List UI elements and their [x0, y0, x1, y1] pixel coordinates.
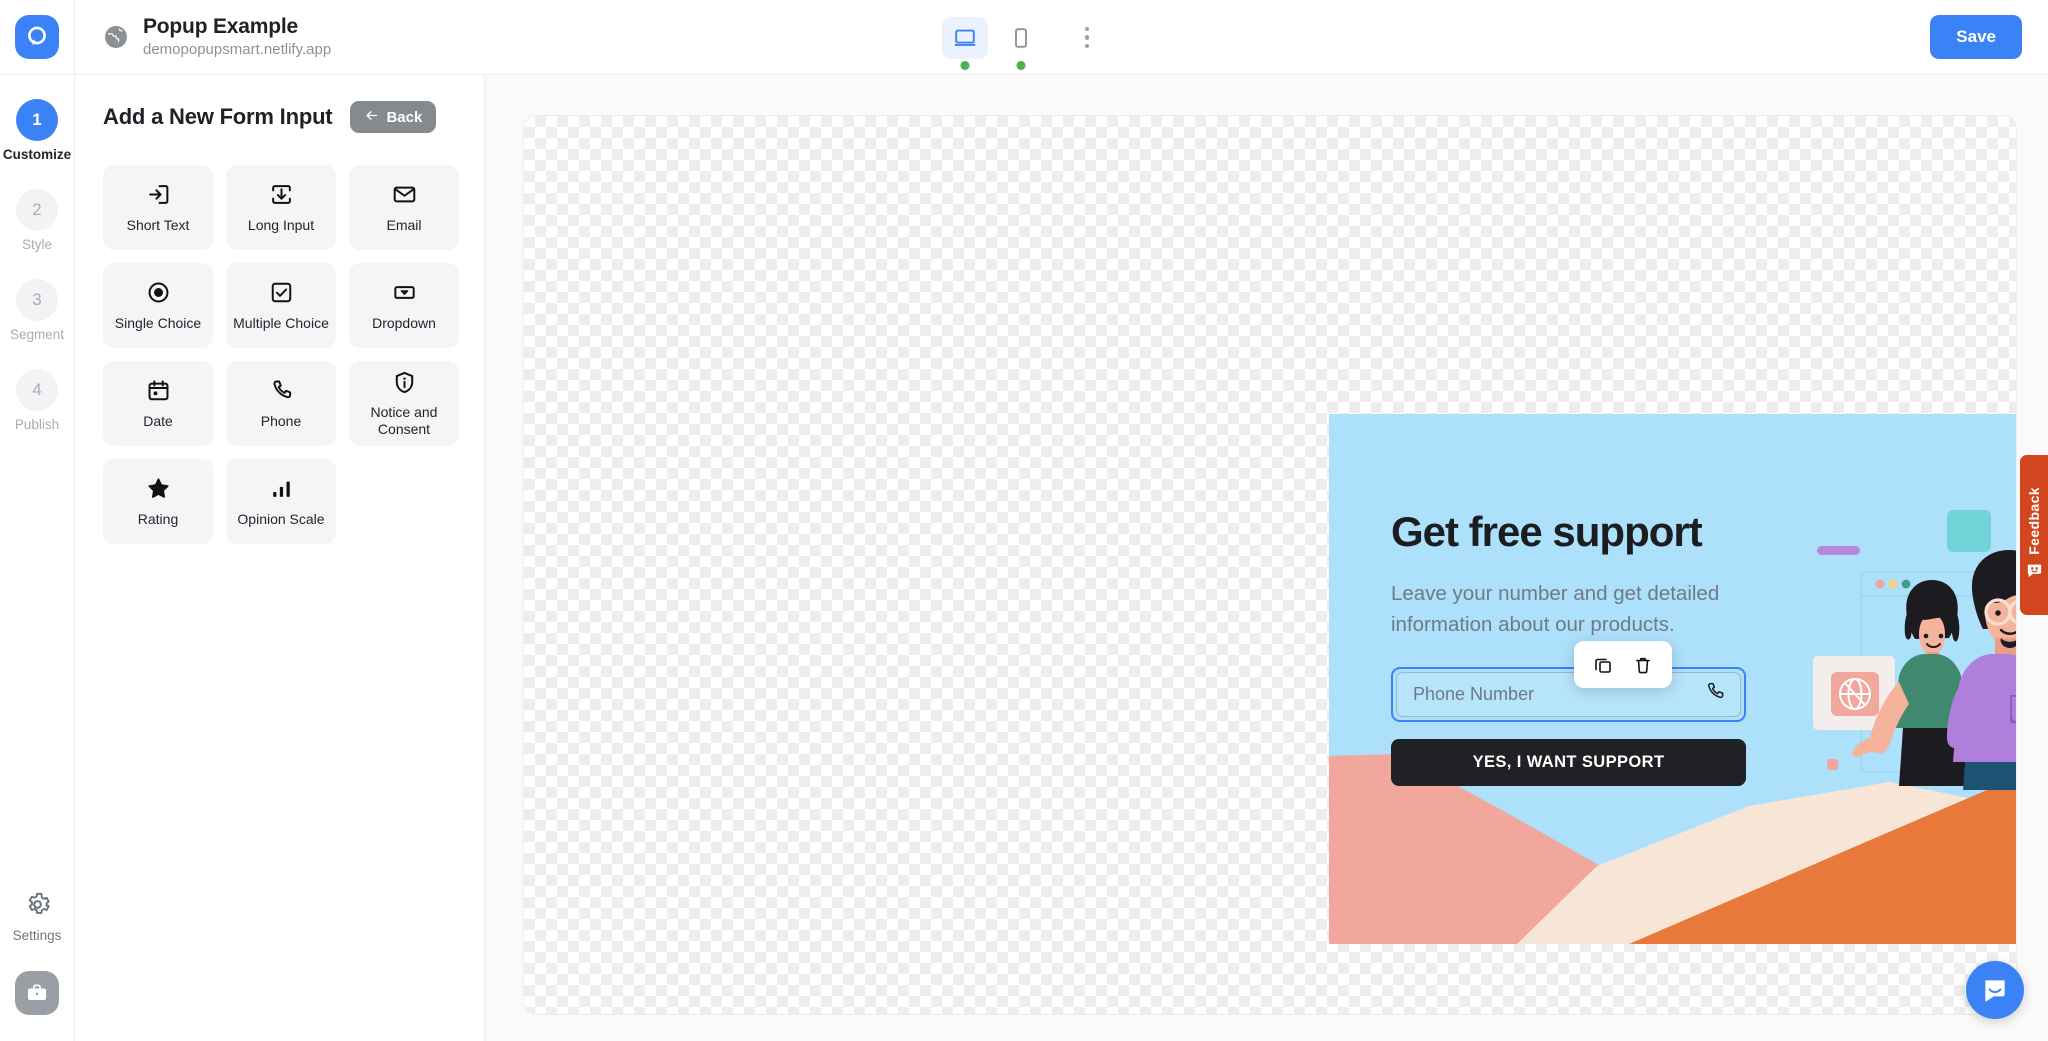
element-actions-toolbar [1574, 641, 1672, 688]
phone-input[interactable]: Phone Number [1396, 671, 1741, 717]
phone-input-placeholder: Phone Number [1413, 683, 1535, 704]
mobile-icon [1015, 27, 1027, 48]
step-label: Segment [9, 327, 65, 342]
input-card-label: Dropdown [372, 314, 436, 331]
form-input-panel: Add a New Form Input Back Short Text Lon… [75, 75, 485, 1041]
feedback-tab[interactable]: Feedback [2020, 455, 2048, 615]
desktop-icon [954, 29, 976, 46]
copy-icon[interactable] [1593, 655, 1613, 675]
envelope-icon [392, 182, 417, 208]
step-number: 4 [16, 369, 58, 411]
popupsmart-logo-icon[interactable] [15, 15, 59, 59]
step-label: Publish [14, 417, 60, 432]
input-type-grid: Short Text Long Input Email Single Choic… [75, 133, 484, 544]
popup-preview: Get free support Leave your number and g… [1329, 414, 2016, 944]
chat-bubble-icon [1985, 980, 2005, 1002]
dropdown-icon [392, 280, 417, 306]
phone-icon [1704, 681, 1726, 708]
briefcase-icon[interactable] [15, 971, 59, 1015]
step-number: 2 [16, 189, 58, 231]
popup-builder-app: Popup Example demopopupsmart.netlify.app [0, 0, 2048, 1041]
panel-header: Add a New Form Input Back [75, 101, 484, 133]
input-card-label: Notice and Consent [370, 404, 438, 437]
input-card-label: Date [143, 412, 173, 429]
back-label: Back [386, 108, 423, 126]
step-label: Customize [2, 147, 72, 162]
sidebar-item-publish[interactable]: 4 Publish [15, 369, 59, 432]
input-card-label: Single Choice [114, 314, 202, 331]
input-card-date[interactable]: Date [103, 361, 213, 446]
input-card-label: Phone [260, 412, 302, 429]
preview-canvas-area: Get free support Leave your number and g… [485, 75, 2048, 1041]
input-card-single-choice[interactable]: Single Choice [103, 263, 213, 348]
site-info: Popup Example demopopupsmart.netlify.app [75, 15, 331, 58]
top-bar: Popup Example demopopupsmart.netlify.app [0, 0, 2048, 75]
panel-title: Add a New Form Input [103, 104, 333, 129]
input-card-label: Email [386, 216, 422, 233]
rail-bottom: Settings [12, 891, 62, 1041]
kebab-menu-icon[interactable] [1068, 17, 1106, 59]
page-title: Popup Example [143, 15, 298, 39]
device-preview-toggle [942, 0, 1106, 75]
gear-icon [24, 891, 51, 923]
step-label: Style [21, 237, 52, 252]
arrow-left-icon [364, 108, 379, 127]
mobile-status-dot [1016, 60, 1026, 70]
input-card-label: Short Text [126, 216, 190, 233]
sidebar-item-style[interactable]: 2 Style [16, 189, 58, 252]
popup-heading: Get free support [1391, 508, 1703, 555]
bar-chart-icon [269, 476, 294, 502]
sidebar-item-segment[interactable]: 3 Segment [10, 279, 64, 342]
globe-icon [103, 24, 129, 50]
device-toggle-mobile[interactable] [998, 17, 1044, 70]
selected-form-input-phone[interactable]: Phone Number [1391, 666, 1746, 722]
radio-button-icon [146, 280, 171, 306]
input-card-rating[interactable]: Rating [103, 459, 213, 544]
input-card-opinion-scale[interactable]: Opinion Scale [226, 459, 336, 544]
input-card-email[interactable]: Email [349, 165, 459, 250]
step-number: 3 [15, 279, 58, 321]
input-card-phone[interactable]: Phone [226, 361, 336, 446]
sidebar-item-customize[interactable]: 1 Customize [3, 99, 71, 162]
input-card-label: Multiple Choice [233, 314, 329, 331]
shield-info-icon [392, 369, 417, 395]
chat-launcher-button[interactable] [1966, 961, 2024, 1019]
back-button[interactable]: Back [350, 101, 437, 133]
site-url: demopopupsmart.netlify.app [143, 41, 332, 59]
support-team-illustration [1813, 510, 2016, 790]
brand-cell [0, 0, 75, 75]
feedback-label: Feedback [2026, 487, 2042, 555]
step-number: 1 [15, 99, 58, 141]
desktop-status-dot [960, 60, 970, 70]
input-card-short-text[interactable]: Short Text [103, 165, 213, 250]
input-card-label: Opinion Scale [237, 510, 325, 527]
phone-icon [269, 378, 294, 404]
smiley-face-icon [2026, 563, 2043, 583]
save-button[interactable]: Save [1930, 15, 2022, 59]
popup-body-text: Leave your number and get detailed infor… [1391, 582, 1720, 637]
popup-cta-button[interactable]: YES, I WANT SUPPORT [1391, 738, 1746, 786]
input-card-dropdown[interactable]: Dropdown [349, 263, 459, 348]
long-input-icon [269, 182, 294, 208]
device-toggle-desktop[interactable] [942, 16, 988, 70]
input-card-notice-and-consent[interactable]: Notice and Consent [349, 361, 459, 446]
input-card-label: Long Input [247, 216, 315, 233]
star-icon [146, 476, 171, 502]
sidebar-item-settings[interactable]: Settings [12, 891, 62, 943]
settings-label: Settings [12, 928, 62, 943]
short-text-icon [146, 182, 171, 208]
trash-icon[interactable] [1633, 655, 1653, 675]
checkbox-icon [269, 280, 294, 306]
preview-canvas: Get free support Leave your number and g… [523, 115, 2017, 1015]
input-card-long-input[interactable]: Long Input [226, 165, 336, 250]
input-card-label: Rating [137, 510, 179, 527]
calendar-icon [146, 378, 171, 404]
step-rail: 1 Customize 2 Style 3 Segment 4 Publish [0, 75, 75, 1041]
input-card-multiple-choice[interactable]: Multiple Choice [226, 263, 336, 348]
